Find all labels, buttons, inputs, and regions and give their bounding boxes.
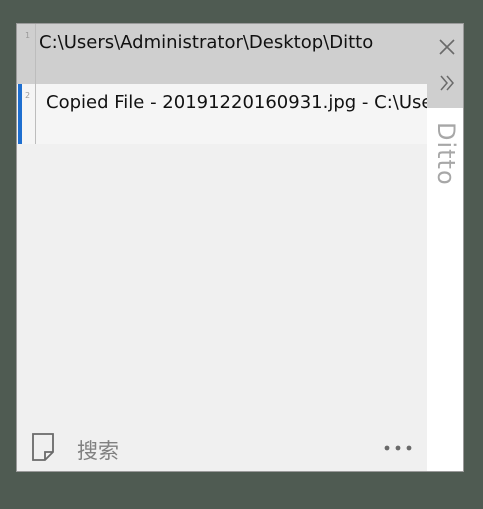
row-divider <box>35 24 36 84</box>
selection-accent <box>18 84 22 144</box>
side-panel-caption[interactable]: Ditto <box>427 108 463 471</box>
search-input[interactable]: 搜索 <box>77 435 119 465</box>
double-chevron-icon[interactable] <box>436 72 458 94</box>
more-icon[interactable] <box>383 432 415 458</box>
ditto-window: 1 C:\Users\Administrator\Desktop\Ditto 2… <box>16 23 464 472</box>
clip-row-2[interactable]: 2 Copied File - 20191220160931.jpg - C:\… <box>17 84 428 144</box>
row-divider <box>35 84 36 144</box>
clip-text: C:\Users\Administrator\Desktop\Ditto <box>39 32 374 53</box>
brand-label: Ditto <box>432 122 460 186</box>
close-icon[interactable] <box>436 36 458 58</box>
new-clip-icon[interactable] <box>31 432 55 462</box>
clip-list: 1 C:\Users\Administrator\Desktop\Ditto 2… <box>17 24 428 424</box>
side-panel-top <box>427 24 463 108</box>
clip-index: 1 <box>25 31 31 40</box>
footer-bar: 搜索 <box>17 424 428 471</box>
clip-text: Copied File - 20191220160931.jpg - C:\Us… <box>46 92 428 113</box>
side-panel: Ditto <box>427 24 463 471</box>
clip-row-1[interactable]: 1 C:\Users\Administrator\Desktop\Ditto <box>17 24 428 84</box>
clip-index: 2 <box>25 91 31 100</box>
